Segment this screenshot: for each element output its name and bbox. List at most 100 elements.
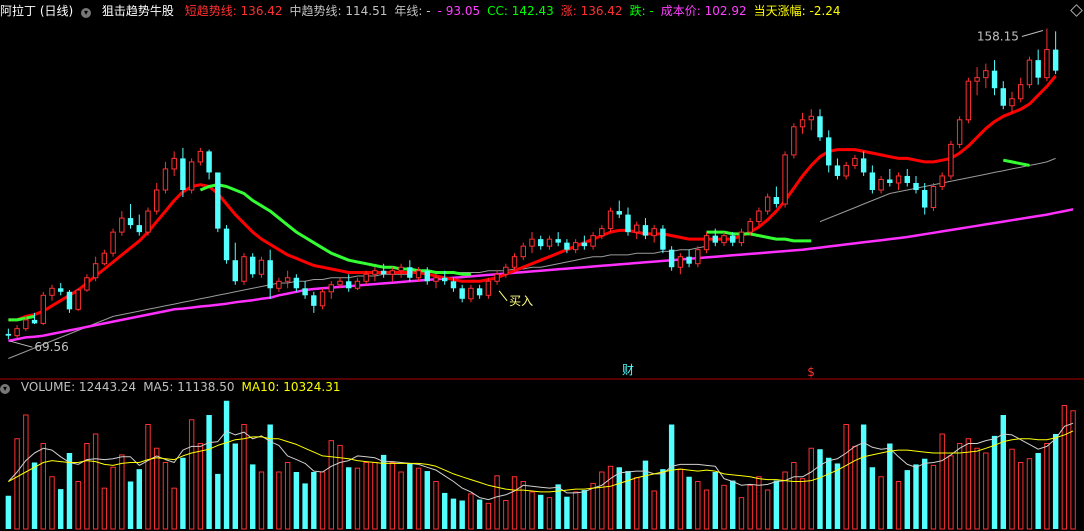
candle-body: [826, 137, 832, 166]
volume-bar: [983, 452, 989, 530]
candle-body: [40, 294, 46, 324]
volume-bar: [84, 443, 90, 530]
candle-body: [843, 164, 849, 177]
candle-body: [913, 182, 919, 190]
candle-body: [58, 288, 64, 292]
volume-bar: [773, 480, 780, 529]
buy-arrow: [498, 290, 508, 302]
candle-body: [764, 196, 771, 212]
candle-body: [284, 277, 291, 282]
low-price-label: 69.56: [34, 340, 68, 354]
candle-body: [188, 161, 195, 191]
candle-body: [276, 280, 282, 289]
candle-body: [49, 287, 55, 296]
candle-body: [136, 225, 142, 233]
trend-lines: [8, 74, 1074, 359]
candle-body: [965, 80, 972, 121]
candle-body: [232, 260, 238, 282]
candle-body: [223, 228, 230, 261]
candle-body: [686, 256, 692, 264]
candle-body: [1035, 60, 1041, 78]
candle-body: [494, 273, 500, 282]
candle-body: [878, 178, 884, 191]
candle-body: [241, 256, 247, 282]
volume-bar: [372, 462, 378, 530]
volume-bar: [433, 481, 439, 530]
candle-body: [834, 165, 841, 176]
candle-body: [23, 319, 29, 330]
candle-body: [319, 291, 326, 307]
volume-bar: [415, 467, 422, 530]
volume-bar: [686, 476, 692, 529]
volume-bar: [616, 467, 622, 529]
candle-body: [634, 224, 640, 233]
volume-bar: [581, 490, 588, 529]
volume-bar: [424, 471, 430, 529]
volume-bar: [730, 480, 736, 529]
volume-bar: [913, 464, 919, 529]
volume-bar: [206, 415, 212, 529]
candle-body: [503, 266, 509, 275]
volume-bar: [538, 494, 544, 529]
candle-body: [110, 231, 116, 254]
candle-body: [485, 280, 492, 296]
candle-body: [14, 328, 20, 337]
candle-body: [860, 158, 867, 173]
candle-body: [529, 238, 535, 247]
candle-body: [442, 277, 448, 282]
volume-bar: [939, 433, 945, 530]
short-trend-line: [8, 74, 1057, 322]
volume-bar: [607, 465, 614, 530]
volume-bar: [520, 481, 526, 530]
volume-bar: [284, 462, 291, 530]
volume-bar: [442, 492, 448, 529]
dividend-marker: $: [807, 365, 815, 379]
volume-bar: [319, 471, 326, 530]
volume-bar: [1070, 410, 1076, 530]
volume-bar: [476, 499, 483, 529]
volume-bar: [145, 424, 151, 530]
volume-bar: [188, 419, 195, 530]
candle-body: [162, 168, 169, 191]
volume-bar: [922, 458, 928, 529]
candle-body: [956, 119, 963, 145]
candle-body: [101, 252, 108, 265]
candle-body: [895, 175, 902, 184]
volume-bar: [546, 497, 553, 530]
candle-body: [756, 210, 762, 223]
candle-body: [354, 280, 361, 289]
volume-bar: [328, 440, 334, 530]
volume-bar: [302, 483, 308, 529]
candle-body: [1009, 98, 1015, 107]
candle-body: [581, 242, 588, 247]
candle-body: [337, 280, 343, 286]
volume-bar: [276, 471, 282, 530]
volume-bar: [162, 462, 169, 530]
candle-body: [791, 126, 797, 156]
candle-body: [293, 277, 300, 289]
candle-body: [206, 151, 212, 173]
candle-body: [546, 238, 553, 247]
candle-body: [799, 119, 806, 128]
candle-body: [730, 235, 736, 243]
stock-chart[interactable]: 158.15 69.56 买入财 $: [0, 0, 1084, 531]
candle-body: [520, 245, 526, 258]
candle-body: [590, 235, 596, 247]
volume-bar: [1052, 434, 1059, 529]
volume-bar: [180, 457, 186, 529]
candle-body: [1000, 88, 1006, 106]
volume-bar: [154, 447, 160, 530]
candle-body: [127, 218, 134, 226]
candle-body: [66, 291, 73, 310]
candle-body: [712, 235, 718, 243]
volume-bar: [346, 467, 352, 529]
volume-bar: [40, 443, 46, 530]
volume-bar: [503, 500, 509, 530]
volume-bar: [468, 493, 474, 530]
price-annotations: 158.15 69.56 买入财 $: [10, 30, 1044, 379]
volume-bar: [223, 400, 230, 529]
candle-body: [773, 197, 780, 205]
candle-body: [668, 249, 675, 268]
volume-bar: [119, 454, 125, 530]
candle-body: [607, 210, 614, 230]
